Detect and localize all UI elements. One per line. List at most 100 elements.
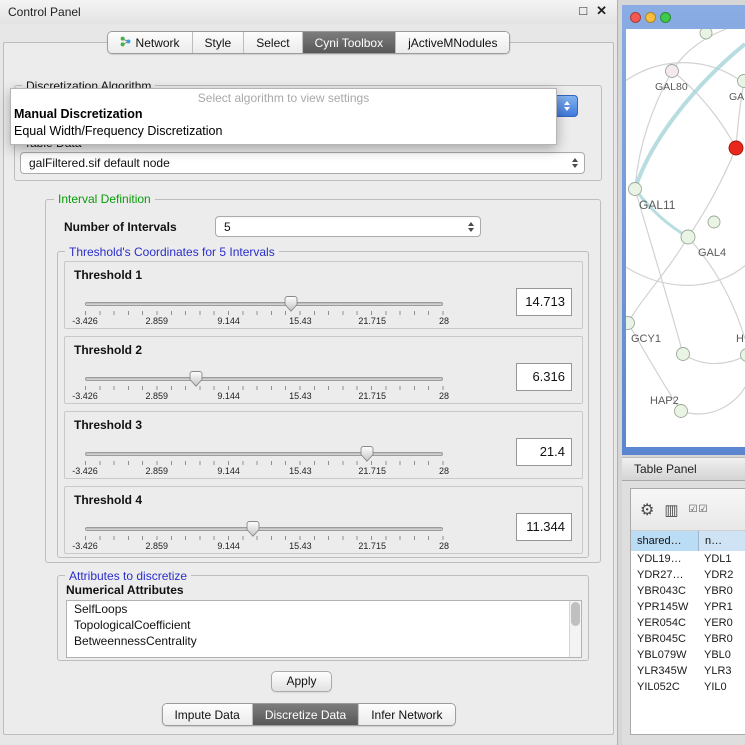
threshold-label: Threshold 4 [74, 493, 142, 507]
network-icon [120, 36, 131, 50]
table-data-combobox[interactable]: galFiltered.sif default node [20, 152, 585, 174]
tab-discretize-data[interactable]: Discretize Data [253, 704, 359, 725]
zoom-traffic-light-icon[interactable] [660, 12, 671, 23]
scale-label: -3.426 [72, 391, 98, 401]
network-node[interactable] [629, 183, 642, 196]
table-row[interactable]: YBR045CYBR0 [631, 631, 745, 647]
table-row[interactable]: YIL052CYIL0 [631, 679, 745, 695]
apply-button[interactable]: Apply [271, 671, 332, 692]
select-columns-icon[interactable]: ☑☑ [689, 504, 709, 515]
slider-scale-labels: -3.4262.8599.14415.4321.71528 [85, 541, 444, 552]
network-node[interactable] [738, 75, 745, 88]
table-row[interactable]: YDL19…YDL1 [631, 551, 745, 567]
threshold-panel: Threshold 1-3.4262.8599.14415.4321.71528… [64, 261, 583, 329]
slider-thumb-icon[interactable] [190, 371, 203, 387]
scale-label: 21.715 [358, 466, 386, 476]
network-node-label: HAP2 [650, 395, 679, 407]
minimize-traffic-light-icon[interactable] [645, 12, 656, 23]
cell-shared-name: YPR145W [631, 599, 699, 615]
tab-jactivemnodules[interactable]: jActiveMNodules [396, 32, 509, 53]
number-of-intervals-combobox[interactable]: 5 [215, 216, 481, 237]
table-rows: YDL19…YDL1YDR27…YDR2YBR043CYBR0YPR145WYP… [631, 551, 745, 734]
table-row[interactable]: YDR27…YDR2 [631, 567, 745, 583]
tab-infer-network[interactable]: Infer Network [359, 704, 454, 725]
threshold-value-field[interactable]: 6.316 [516, 363, 572, 391]
network-node[interactable] [681, 230, 695, 244]
network-node[interactable] [741, 349, 745, 362]
network-node-label: GCY1 [631, 333, 661, 345]
attribute-list-item[interactable]: TopologicalCoefficient [67, 617, 581, 633]
threshold-value-field[interactable]: 11.344 [516, 513, 572, 541]
network-node[interactable] [729, 141, 743, 155]
attribute-list-item[interactable]: SelfLoops [67, 601, 581, 617]
scrollbar-thumb[interactable] [571, 602, 580, 626]
dropdown-placeholder-item[interactable]: Select algorithm to view settings [11, 89, 556, 106]
scale-label: -3.426 [72, 541, 98, 551]
threshold-value-field[interactable]: 14.713 [516, 288, 572, 316]
slider-thumb-icon[interactable] [285, 296, 298, 312]
scale-label: 9.144 [217, 391, 240, 401]
column-header-shared-name[interactable]: shared… [631, 531, 699, 551]
network-node[interactable] [677, 348, 690, 361]
scale-label: 9.144 [217, 466, 240, 476]
network-node[interactable] [708, 216, 720, 228]
tab-select[interactable]: Select [244, 32, 302, 53]
numerical-attributes-list[interactable]: SelfLoopsTopologicalCoefficientBetweenne… [66, 600, 582, 658]
threshold-slider-track[interactable] [85, 377, 443, 381]
table-row[interactable]: YER054CYER0 [631, 615, 745, 631]
tab-impute-data[interactable]: Impute Data [162, 704, 252, 725]
attributes-group-title: Attributes to discretize [65, 569, 191, 583]
dropdown-option[interactable]: Equal Width/Frequency Discretization [11, 123, 556, 140]
tab-network[interactable]: Network [108, 32, 193, 53]
network-node[interactable] [666, 65, 679, 78]
threshold-label: Threshold 3 [74, 418, 142, 432]
top-tab-bar: NetworkStyleSelectCyni ToolboxjActiveMNo… [107, 31, 511, 54]
close-panel-icon[interactable]: ✕ [596, 3, 607, 19]
float-window-icon[interactable]: □ [579, 3, 587, 19]
slider-thumb-icon[interactable] [247, 521, 260, 537]
scale-label: -3.426 [72, 316, 98, 326]
dropdown-option[interactable]: Manual Discretization [11, 106, 556, 123]
column-header-name[interactable]: n… [699, 531, 745, 551]
cell-name: YBL0 [699, 647, 745, 663]
tab-label: Infer Network [371, 708, 442, 722]
attributes-scrollbar[interactable] [569, 601, 581, 657]
network-node[interactable] [700, 29, 712, 39]
network-node[interactable] [626, 317, 635, 330]
table-row[interactable]: YPR145WYPR1 [631, 599, 745, 615]
network-canvas[interactable]: GAL80GAGAL11GAL4GCY1HHAP2 [626, 29, 745, 447]
cell-name: YER0 [699, 615, 745, 631]
tab-style[interactable]: Style [193, 32, 245, 53]
scale-label: 21.715 [358, 316, 386, 326]
scale-label: -3.426 [72, 466, 98, 476]
threshold-slider-track[interactable] [85, 302, 443, 306]
scale-label: 15.43 [289, 316, 312, 326]
threshold-slider-track[interactable] [85, 452, 443, 456]
attribute-list-item[interactable]: BetweennessCentrality [67, 633, 581, 649]
threshold-value-field[interactable]: 21.4 [516, 438, 572, 466]
tab-cyni-toolbox[interactable]: Cyni Toolbox [303, 32, 396, 53]
cell-shared-name: YBR043C [631, 583, 699, 599]
cell-shared-name: YIL052C [631, 679, 699, 695]
tab-label: Discretize Data [265, 708, 346, 722]
network-edge [683, 354, 745, 364]
table-row[interactable]: YBL079WYBL0 [631, 647, 745, 663]
cell-shared-name: YBR045C [631, 631, 699, 647]
slider-thumb-icon[interactable] [361, 446, 374, 462]
cell-name: YLR3 [699, 663, 745, 679]
slider-ticks [85, 536, 444, 540]
close-traffic-light-icon[interactable] [630, 12, 641, 23]
threshold-slider-track[interactable] [85, 527, 443, 531]
table-row[interactable]: YBR043CYBR0 [631, 583, 745, 599]
scale-label: 9.144 [217, 316, 240, 326]
control-panel: Control Panel □ ✕ NetworkStyleSelectCyni… [0, 0, 618, 745]
tab-label: Impute Data [174, 708, 239, 722]
combobox-dropdown-icon[interactable] [556, 95, 578, 117]
cell-shared-name: YDL19… [631, 551, 699, 567]
table-row[interactable]: YLR345WYLR3 [631, 663, 745, 679]
scale-label: 28 [439, 466, 449, 476]
columns-icon[interactable]: ▥ [664, 501, 678, 519]
slider-scale-labels: -3.4262.8599.14415.4321.71528 [85, 316, 444, 327]
gear-icon[interactable]: ⚙ [640, 500, 654, 520]
panel-title: Control Panel [8, 5, 81, 19]
